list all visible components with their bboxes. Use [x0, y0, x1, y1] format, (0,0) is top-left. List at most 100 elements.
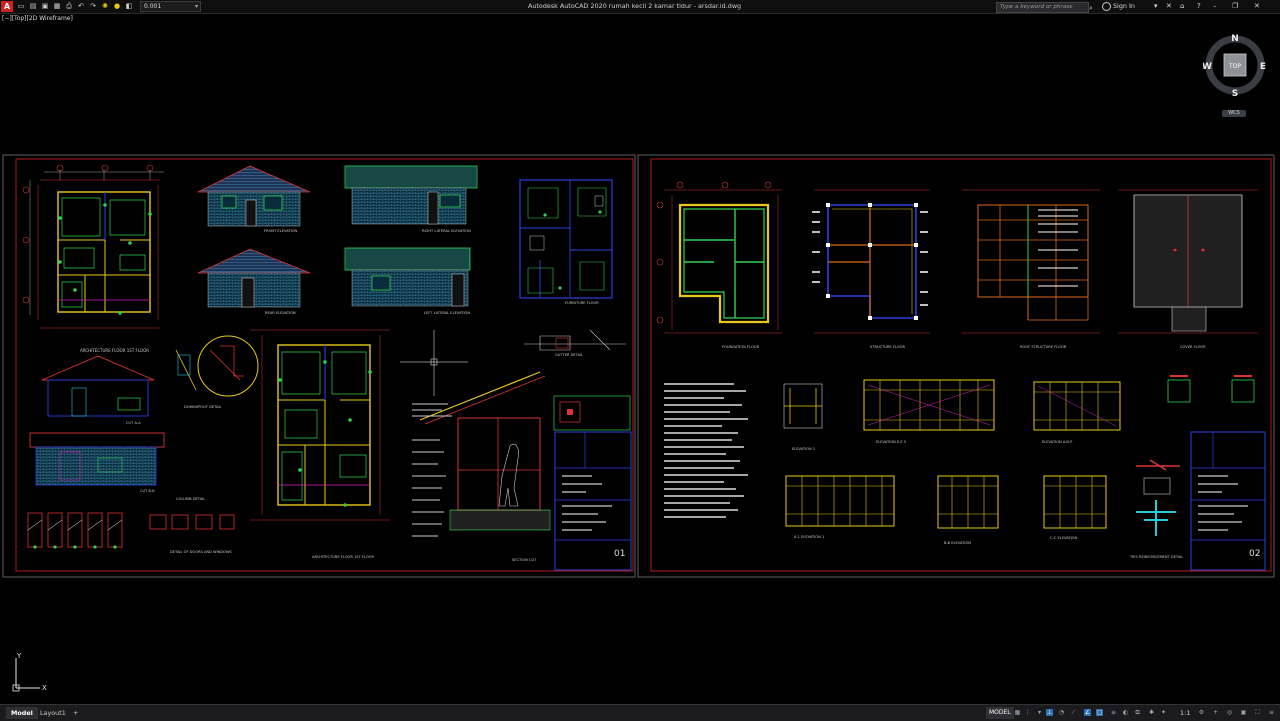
restore-icon[interactable]: ❐	[1232, 0, 1238, 13]
tab-layout1[interactable]: Layout1	[35, 707, 71, 719]
search-input[interactable]: Type a keyword or phrase	[996, 2, 1089, 13]
object-snap-icon[interactable]: ◻	[1096, 709, 1103, 716]
model-space-toggle[interactable]: MODEL	[986, 707, 1014, 719]
ucs-y-label: Y	[16, 652, 22, 660]
elev-ab-label: ELEVATION A-B-P	[1042, 440, 1073, 444]
search-icon[interactable]: ⌕	[1089, 2, 1093, 15]
chevron-down-icon: ▾	[194, 3, 198, 10]
plan-1-label: ARCHITECTURE FLOOR 1ST FLOOR	[80, 348, 149, 353]
undo-icon[interactable]: ↶	[76, 2, 86, 11]
ortho-icon[interactable]: ⊥	[1046, 709, 1053, 716]
customize-icon[interactable]: ≡	[1268, 709, 1275, 716]
section-detail: SECTION CUT	[412, 371, 551, 562]
tab-model[interactable]: Model	[6, 707, 38, 719]
minimize-icon[interactable]: –	[1213, 0, 1217, 13]
architecture-plan-2: ARCHITECTURE FLOOR 1ST FLOOR	[250, 329, 390, 559]
selection-cycling-icon[interactable]: ⧉	[1134, 709, 1141, 716]
cover-label: COVER FLOOR	[1180, 345, 1206, 349]
foundation-label: FOUNDATION FLOOR	[722, 345, 760, 349]
plan-2-label: ARCHITECTURE FLOOR 1ST FLOOR	[312, 555, 374, 559]
chevron-down-icon[interactable]: ▾	[1036, 709, 1043, 716]
sheet-1[interactable]: ARCHITECTURE FLOOR 1ST FLOOR FRONT ELEVA…	[2, 154, 636, 578]
hardware-acceleration-icon[interactable]: ▣	[1240, 709, 1247, 716]
title-block-1: 01	[553, 395, 632, 571]
compass-east[interactable]: E	[1260, 62, 1266, 72]
redo-icon[interactable]: ↷	[88, 2, 98, 11]
cut-aa: CUT A-A	[41, 355, 155, 425]
sheet-number-1: 01	[614, 549, 625, 559]
gutter-details: DOWNSPOUT DETAIL COLUMN DETAIL	[175, 335, 259, 501]
detail-elevations-row1: ELEVATION 1 ELEVATION E-E 5 ELEVATION A-…	[783, 375, 1255, 451]
crosshair-cursor	[400, 330, 468, 396]
right-elevation-label: RIGHT LATERAL ELEVATION	[422, 229, 471, 233]
cut-bb-label: CUT B-B	[140, 489, 155, 493]
sign-in-button[interactable]: Sign In	[1113, 0, 1135, 13]
annotation-scale[interactable]: 1:1	[1180, 705, 1190, 721]
a360-icon[interactable]: ⌂	[1180, 0, 1184, 13]
viewcube[interactable]: TOP N S E W	[1202, 33, 1267, 99]
ties-detail: TIES REINFORCEMENT DETAIL	[1129, 459, 1183, 559]
lightbulb-icon[interactable]: ●	[112, 2, 122, 11]
object-snap-tracking-icon[interactable]: ∠	[1084, 709, 1091, 716]
layer-dropdown-value: 0.001	[144, 3, 162, 10]
left-elevation-label: LEFT LATERAL ELEVATION	[424, 311, 470, 315]
general-notes	[664, 383, 748, 518]
layer-dropdown[interactable]: 0.001 ▾	[140, 1, 201, 12]
saveas-icon[interactable]: ▦	[52, 2, 62, 11]
sun-icon[interactable]: ✺	[100, 2, 110, 11]
cover-floor: COVER FLOOR	[1118, 189, 1258, 349]
compass-south[interactable]: S	[1232, 89, 1238, 99]
close-icon[interactable]: ✕	[1254, 0, 1260, 13]
annotation-visibility-icon[interactable]: ✱	[1148, 709, 1155, 716]
gear-icon[interactable]: ⚙	[1198, 709, 1205, 716]
title-bar: A ▭ ▤ ▣ ▦ ⎙ ↶ ↷ ✺ ● ◧ 0.001 ▾ Autodesk A…	[0, 0, 1280, 14]
drawing-canvas[interactable]: ARCHITECTURE FLOOR 1ST FLOOR FRONT ELEVA…	[0, 0, 1280, 720]
snap-icon[interactable]: ⋮	[1024, 709, 1031, 716]
isolate-icon[interactable]: ◎	[1226, 709, 1233, 716]
front-elevation-label: FRONT ELEVATION	[264, 229, 297, 233]
viewcube-face-label: TOP	[1228, 63, 1241, 70]
gutter-label: GUTTER DETAIL	[555, 353, 583, 357]
user-icon[interactable]	[1102, 2, 1111, 11]
app-menu-button[interactable]: A	[1, 1, 13, 12]
doors-windows: DETAIL OF DOORS AND WINDOWS	[27, 512, 235, 554]
exchange-icon[interactable]: ✕	[1166, 0, 1172, 13]
open-icon[interactable]: ▤	[28, 2, 38, 11]
transparency-icon[interactable]: ◐	[1122, 709, 1129, 716]
chevron-down-icon[interactable]: ▾	[1154, 0, 1158, 13]
lineweight-icon[interactable]: ≡	[1110, 709, 1117, 716]
elev-c-label: C-C ELEVATION	[1050, 536, 1077, 540]
section-label: SECTION CUT	[512, 558, 537, 562]
sheet-number-2: 02	[1249, 549, 1260, 559]
polar-icon[interactable]: ◔	[1058, 709, 1065, 716]
rear-elevation: REAR ELEVATION	[197, 248, 311, 315]
roof-structure-label: ROOF STRUCTURE FLOOR	[1020, 345, 1067, 349]
help-icon[interactable]: ?	[1197, 0, 1201, 13]
column-label: COLUMN DETAIL	[176, 497, 205, 501]
sheet-2[interactable]: FOUNDATION FLOOR STRUCTURE FLOOR ROOF ST…	[637, 154, 1275, 578]
architecture-plan-1: ARCHITECTURE FLOOR 1ST FLOOR	[22, 164, 164, 353]
plus-icon[interactable]: +	[1212, 709, 1219, 716]
auto-scale-icon[interactable]: ✦	[1160, 709, 1167, 716]
add-layout-button[interactable]: +	[68, 707, 83, 719]
elev-b-label: B-B ELEVATION	[944, 541, 971, 545]
elev-e5-label: ELEVATION E-E 5	[876, 440, 906, 444]
furniture-plan-label: FURNITURE FLOOR	[565, 301, 599, 305]
compass-west[interactable]: W	[1202, 62, 1212, 72]
grid-icon[interactable]: ▦	[1014, 709, 1021, 716]
gutter-detail-small: GUTTER DETAIL	[524, 329, 626, 357]
viewport-controls[interactable]: [−][Top][2D Wireframe]	[2, 15, 73, 22]
compass-north[interactable]: N	[1231, 34, 1239, 44]
print-icon[interactable]: ⎙	[64, 2, 74, 11]
elev1-label: ELEVATION 1	[792, 447, 815, 451]
structure-plan: STRUCTURE FLOOR	[812, 189, 930, 349]
elev-a1-label: A-1 ELEVATION 1	[794, 535, 824, 539]
new-icon[interactable]: ▭	[16, 2, 26, 11]
clean-screen-icon[interactable]: ⛶	[1254, 709, 1261, 716]
rear-elevation-label: REAR ELEVATION	[265, 311, 296, 315]
doors-label: DETAIL OF DOORS AND WINDOWS	[170, 550, 233, 554]
save-icon[interactable]: ▣	[40, 2, 50, 11]
isodraft-icon[interactable]: ⟋	[1070, 709, 1077, 716]
wcs-menu[interactable]: WCS	[1222, 110, 1246, 117]
layer-icon[interactable]: ◧	[124, 2, 134, 11]
